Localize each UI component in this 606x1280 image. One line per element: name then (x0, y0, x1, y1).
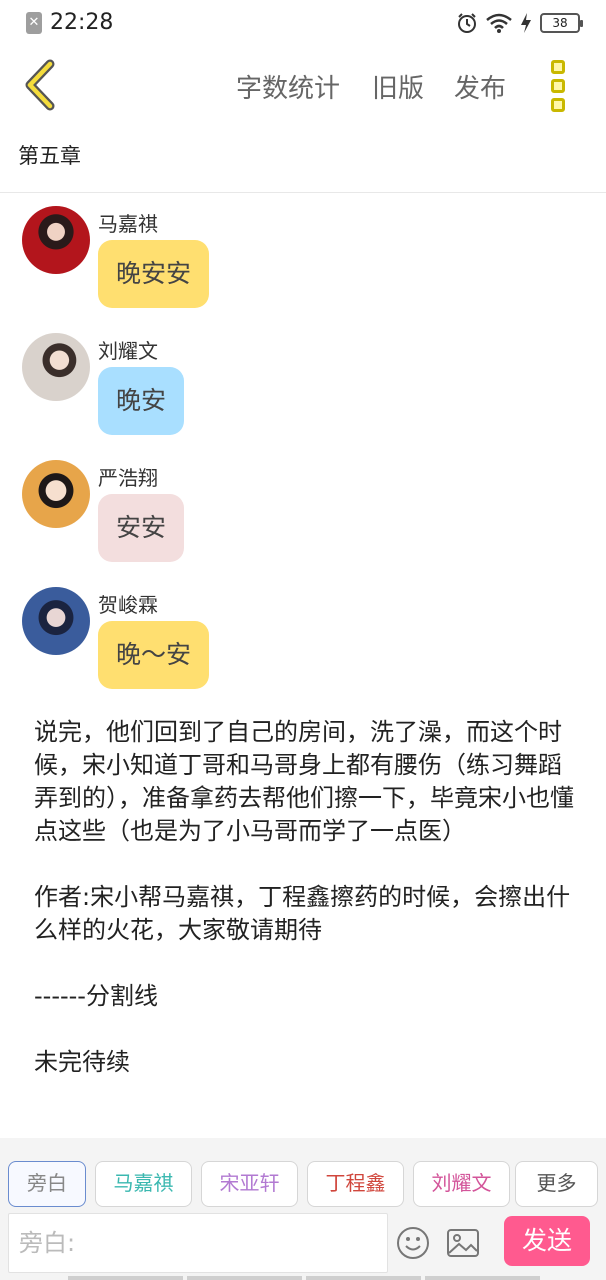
image-icon[interactable] (446, 1227, 480, 1259)
more-roles-button[interactable]: 更多 (515, 1161, 598, 1207)
notification-icon: ✕ (26, 11, 42, 34)
sender-name: 马嘉祺 (98, 212, 158, 236)
old-version-button[interactable]: 旧版 (372, 68, 424, 105)
narration-paragraph: 说完，他们回到了自己的房间，洗了澡，而这个时候，宋小知道丁哥和马哥身上都有腰伤（… (34, 718, 574, 845)
chapter-title[interactable]: 第五章 (18, 140, 81, 170)
sender-name: 严浩翔 (98, 466, 158, 490)
editor-screen: ✕ 22:28 38 字数统计 旧版 发布 第五章 马嘉祺 晚安安 刘耀文 晚安… (0, 0, 606, 1280)
emoji-icon[interactable] (396, 1226, 430, 1260)
top-toolbar: 字数统计 旧版 发布 (0, 50, 606, 120)
alarm-icon (458, 13, 476, 33)
send-button[interactable]: 发送 (504, 1216, 590, 1266)
avatar (22, 460, 90, 528)
narration-paragraph: 作者:宋小帮马嘉祺，丁程鑫擦药的时候，会擦出什么样的火花，大家敬请期待 (34, 883, 571, 944)
role-tab-ding-chengxin[interactable]: 丁程鑫 (307, 1161, 404, 1207)
publish-button[interactable]: 发布 (454, 68, 506, 105)
avatar (22, 206, 90, 274)
input-bar: 旁白: 发送 (0, 1210, 606, 1280)
message-bubble: 晚安安 (98, 240, 210, 308)
back-arrow-icon[interactable] (18, 58, 62, 112)
status-bar: ✕ 22:28 38 (0, 0, 606, 48)
message-bubble: 晚安 (98, 367, 185, 435)
nav-indicator (68, 1276, 540, 1280)
narration-paragraph: 未完待续 (34, 1048, 130, 1076)
message-bubble: 安安 (98, 494, 185, 562)
divider (0, 192, 606, 193)
role-selector-bar: 旁白 马嘉祺 宋亚轩 丁程鑫 刘耀文 更多 (0, 1138, 606, 1210)
avatar (22, 333, 90, 401)
sender-name: 刘耀文 (98, 339, 158, 363)
wifi-icon (486, 13, 512, 33)
message-input[interactable]: 旁白: (8, 1213, 388, 1273)
role-tab-ma-jiaqi[interactable]: 马嘉祺 (95, 1161, 192, 1207)
role-tab-song-yaxuan[interactable]: 宋亚轩 (201, 1161, 298, 1207)
narration-paragraph: ------分割线 (34, 982, 158, 1010)
charging-icon (521, 13, 531, 33)
chat-message[interactable]: 贺峻霖 晚～安 (22, 587, 582, 697)
chat-message[interactable]: 马嘉祺 晚安安 (22, 206, 582, 316)
role-tab-narrator[interactable]: 旁白 (8, 1161, 86, 1207)
chat-message[interactable]: 严浩翔 安安 (22, 460, 582, 570)
more-menu-icon[interactable] (546, 58, 570, 114)
word-count-button[interactable]: 字数统计 (236, 68, 340, 105)
narration-text[interactable]: 说完，他们回到了自己的房间，洗了澡，而这个时候，宋小知道丁哥和马哥身上都有腰伤（… (34, 716, 582, 1112)
sender-name: 贺峻霖 (98, 593, 158, 617)
message-bubble: 晚～安 (98, 621, 210, 689)
status-time: 22:28 (50, 10, 114, 35)
avatar (22, 587, 90, 655)
battery-icon: 38 (540, 13, 583, 33)
role-tab-liu-yaowen[interactable]: 刘耀文 (413, 1161, 510, 1207)
chat-message[interactable]: 刘耀文 晚安 (22, 333, 582, 443)
